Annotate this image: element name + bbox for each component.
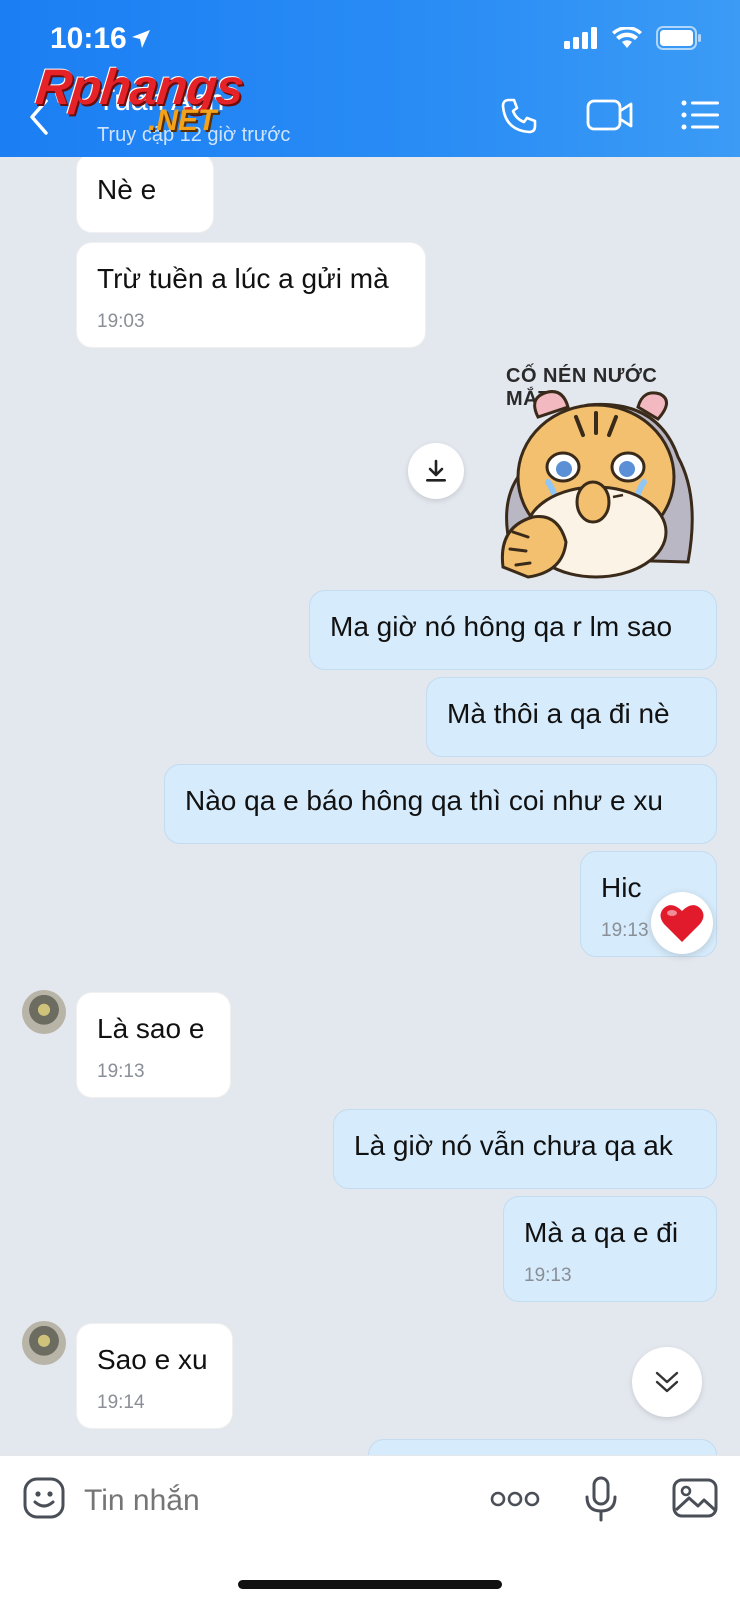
message-text: Trừ tuền a lúc a gửi mà [97, 263, 389, 294]
download-button[interactable] [408, 443, 464, 499]
message-text: Nè e [97, 174, 157, 205]
phone-icon[interactable] [500, 97, 538, 135]
message-time: 19:13 [601, 920, 649, 941]
scroll-to-bottom-button[interactable] [632, 1347, 702, 1417]
home-indicator [238, 1580, 502, 1589]
message-text: Mà thôi a qa đi nè [447, 698, 670, 729]
message-text: Hic [601, 872, 642, 903]
message-outgoing[interactable]: Nào qa e báo hông qa thì coi như e xu [164, 764, 717, 844]
message-incoming[interactable]: Là sao e 19:13 [76, 992, 231, 1098]
message-text: Mà a qa e đi [524, 1217, 679, 1248]
location-arrow-icon [132, 30, 150, 48]
microphone-icon[interactable] [584, 1476, 618, 1522]
watermark-logo: Rphangs .NET [33, 58, 246, 137]
more-icon[interactable] [490, 1491, 540, 1507]
message-incoming[interactable]: Sao e xu 19:14 [76, 1323, 233, 1429]
download-icon [426, 459, 446, 482]
message-text: Là giờ nó vẫn chưa qa ak [354, 1130, 673, 1161]
message-outgoing[interactable]: Mà a qa e đi 19:13 [503, 1196, 717, 1302]
contact-avatar[interactable] [22, 1321, 66, 1365]
message-outgoing[interactable]: Là giờ nó vẫn chưa qa ak [333, 1109, 717, 1189]
message-composer [0, 1455, 740, 1601]
message-list[interactable]: Nè e Trừ tuền a lúc a gửi mà 19:03 CỐ NÉ… [0, 157, 740, 1455]
message-text: Ma giờ nó hông qa r lm sao [330, 611, 673, 642]
battery-icon [656, 26, 701, 50]
image-icon[interactable] [672, 1478, 718, 1518]
video-icon[interactable] [586, 97, 634, 133]
sticker-crying-tiger[interactable]: CỐ NÉN NƯỚC MẮT [488, 357, 708, 587]
message-time: 19:14 [97, 1392, 145, 1413]
message-text: Là sao e [97, 1013, 205, 1044]
emoji-icon[interactable] [22, 1476, 66, 1520]
watermark-net-text: .NET [148, 104, 217, 137]
menu-list-icon[interactable] [680, 97, 720, 133]
wifi-icon [612, 27, 642, 48]
chat-header: 10:16 Tuấn Anh Truy cập 12 giờ trước Rph… [0, 0, 740, 157]
status-icons [564, 26, 702, 50]
contact-avatar[interactable] [22, 990, 66, 1034]
message-text: Nào qa e báo hông qa thì coi như e xu [185, 785, 663, 816]
chevron-double-down-icon [655, 1371, 679, 1393]
message-outgoing[interactable]: Ma giờ nó hông qa r lm sao [309, 590, 717, 670]
message-time: 19:13 [97, 1061, 145, 1082]
message-text: Sao e xu [97, 1344, 208, 1375]
reaction-heart[interactable] [651, 892, 713, 954]
status-time: 10:16 [50, 22, 127, 55]
message-outgoing-partial[interactable] [368, 1439, 717, 1455]
message-time: 19:03 [97, 311, 145, 332]
tiger-sticker-image [500, 390, 694, 579]
message-incoming[interactable]: Trừ tuền a lúc a gửi mà 19:03 [76, 242, 426, 348]
message-outgoing[interactable]: Mà thôi a qa đi nè [426, 677, 717, 757]
signal-icon [564, 27, 597, 49]
message-time: 19:13 [524, 1265, 572, 1286]
heart-icon [660, 905, 704, 942]
message-incoming[interactable]: Nè e [76, 157, 214, 233]
message-input[interactable] [82, 1478, 466, 1524]
